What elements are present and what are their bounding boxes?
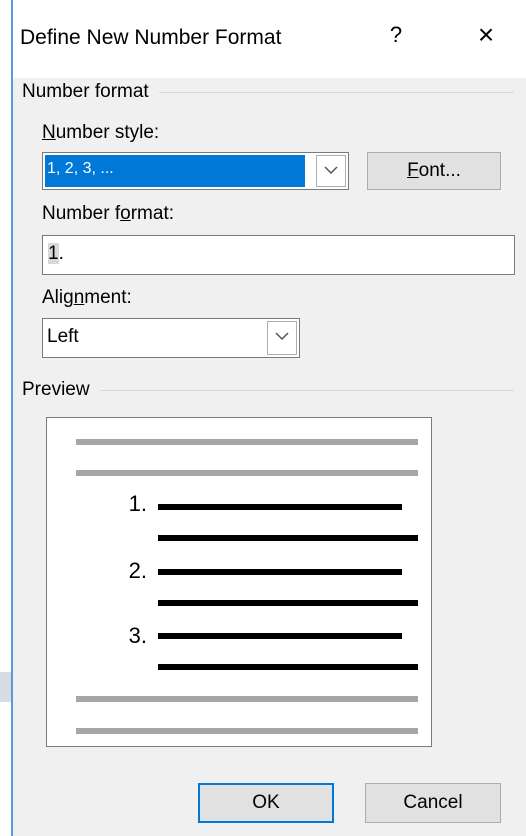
number-format-value-rest: . [58, 243, 64, 264]
preview-group-label: Preview [22, 379, 100, 401]
font-button-label: ont... [418, 160, 461, 181]
ok-button[interactable]: OK [198, 783, 334, 823]
preview-gray-line [76, 728, 418, 734]
chevron-down-icon [324, 166, 338, 175]
number-style-selected-value: 1, 2, 3, ... [45, 155, 305, 187]
alignment-access-key: n [73, 287, 85, 308]
number-style-dropdown[interactable]: 1, 2, 3, ... [42, 152, 349, 190]
alignment-label-text: Alig [42, 287, 74, 308]
background-window-strip [0, 0, 11, 836]
alignment-label: Alignment: [42, 287, 132, 309]
help-button[interactable]: ? [381, 22, 411, 48]
preview-number-3: 3. [128, 623, 147, 648]
window-border [11, 0, 13, 836]
alignment-selected-value: Left [47, 326, 79, 347]
number-format-label: Number format: [42, 203, 174, 225]
alignment-dropdown-button[interactable] [267, 321, 297, 355]
preview-black-line [158, 504, 402, 510]
chevron-down-icon [275, 332, 289, 341]
cancel-button[interactable]: Cancel [365, 783, 501, 823]
number-format-group-label: Number format [22, 81, 159, 103]
preview-number-2: 2. [128, 558, 147, 583]
font-button-access-key: F [407, 160, 419, 181]
number-style-dropdown-button[interactable] [316, 155, 346, 187]
alignment-dropdown[interactable]: Left [42, 318, 300, 358]
number-style-access-key: N [42, 122, 56, 143]
number-format-input[interactable]: 1. [42, 235, 515, 275]
font-button[interactable]: Font... [367, 152, 501, 190]
preview-gray-line [76, 696, 418, 702]
background-window-element [0, 672, 11, 702]
alignment-label-rest: ment: [84, 287, 132, 308]
preview-black-line [158, 600, 418, 606]
number-format-access-key: o [120, 203, 131, 224]
preview-black-line [158, 569, 402, 575]
number-style-label-text: umber style: [55, 122, 160, 143]
preview-number-1: 1. [128, 491, 147, 516]
number-format-value-highlight: 1 [48, 243, 59, 264]
preview-black-line [158, 633, 402, 639]
preview-gray-line [76, 470, 418, 476]
preview-black-line [158, 535, 418, 541]
dialog-title: Define New Number Format [20, 26, 282, 49]
close-button[interactable]: × [466, 20, 506, 50]
preview-black-line [158, 664, 418, 670]
number-format-label-rest: rmat: [130, 203, 174, 224]
number-format-label-text: Number f [42, 203, 121, 224]
preview-gray-line [76, 439, 418, 445]
number-style-label: Number style: [42, 122, 159, 144]
preview-box: 1. 2. 3. [46, 417, 432, 747]
number-format-value: 1. [48, 243, 64, 265]
